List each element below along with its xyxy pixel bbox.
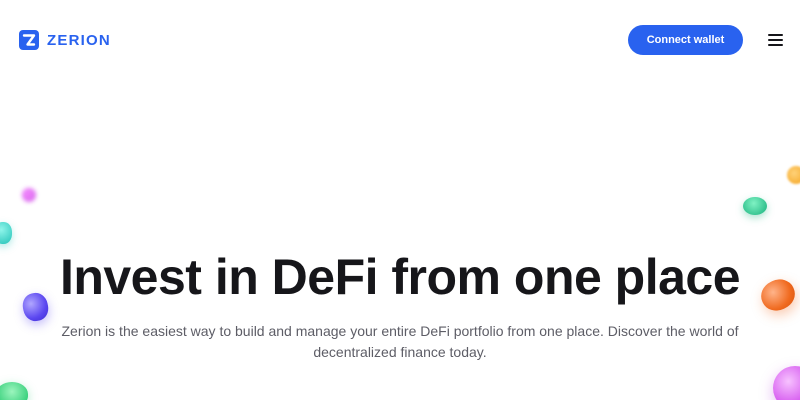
logo-wordmark: ZERION: [47, 31, 111, 49]
teal-blob: [0, 222, 12, 244]
hamburger-menu-icon[interactable]: [768, 34, 783, 47]
site-header: ZERION Connect wallet: [0, 0, 800, 80]
hero-subtitle: Zerion is the easiest way to build and m…: [61, 323, 739, 360]
green-blob: [743, 197, 767, 215]
orange-blob-small: [787, 166, 800, 184]
magenta-blob: [22, 188, 36, 202]
zerion-logo-icon: [19, 30, 39, 50]
connect-wallet-button[interactable]: Connect wallet: [628, 25, 743, 55]
zerion-logo[interactable]: ZERION: [19, 30, 111, 50]
hero-title: Invest in DeFi from one place: [59, 249, 741, 305]
pink-blob: [773, 366, 800, 400]
green-blob-bottom: [0, 382, 28, 400]
